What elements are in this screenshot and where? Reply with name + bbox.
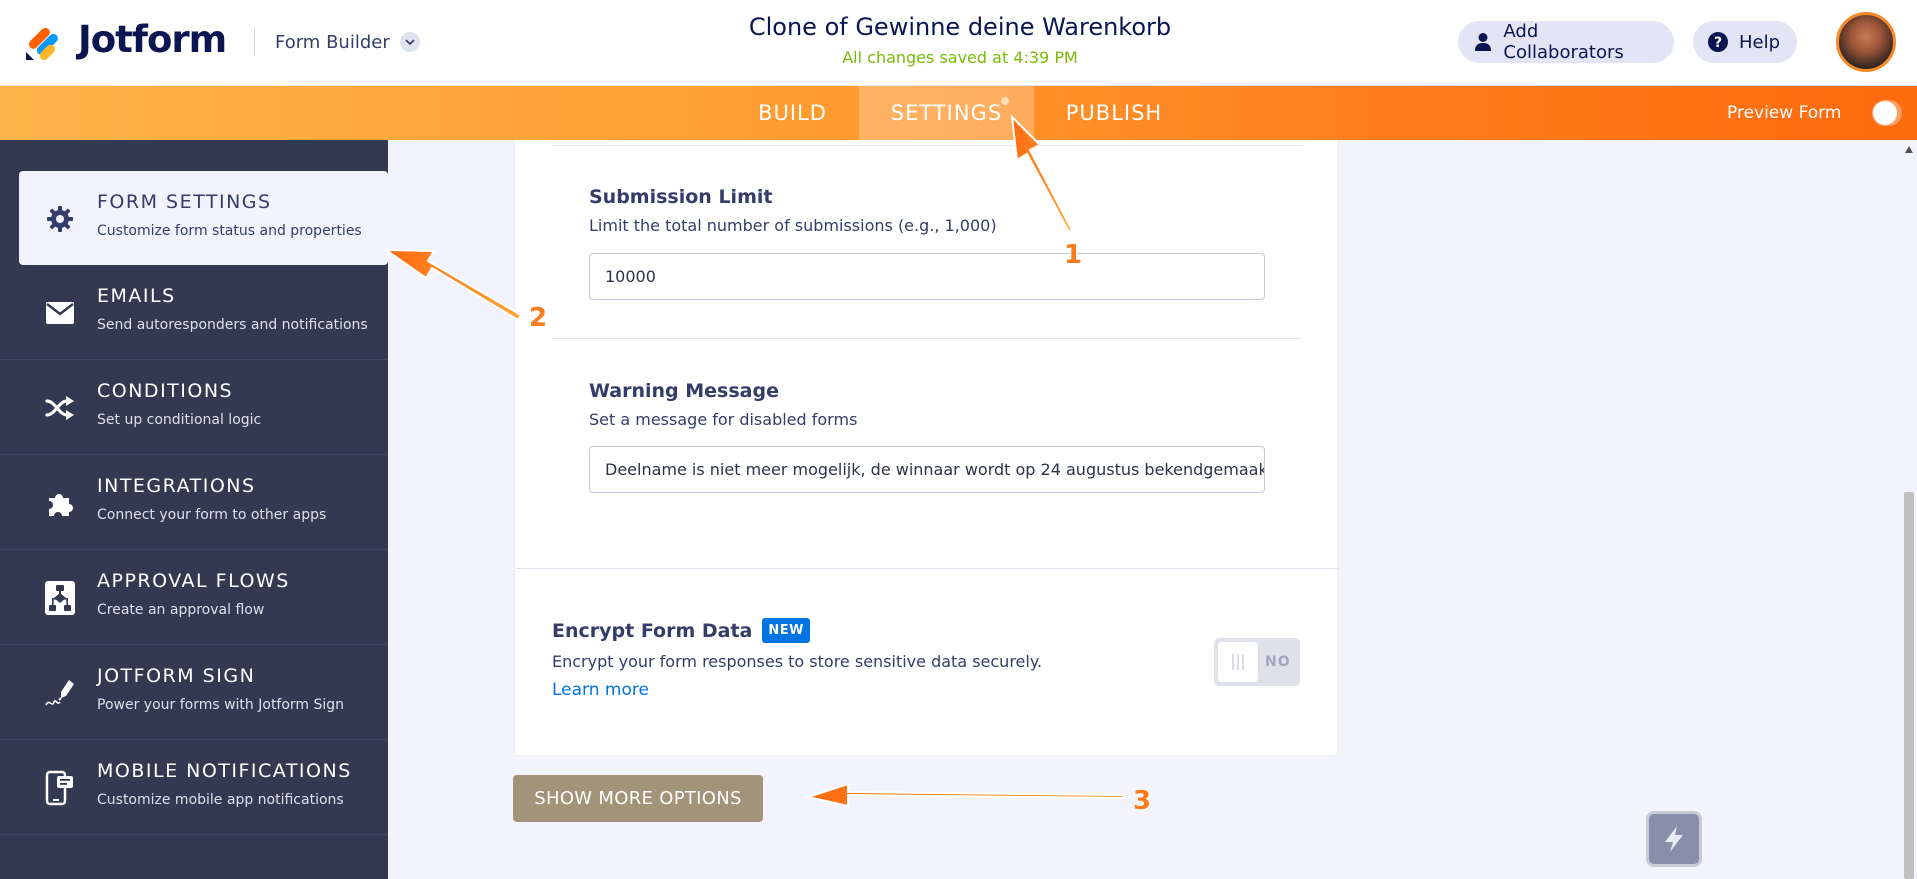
help-button[interactable]: ? Help (1693, 21, 1797, 63)
scroll-up-arrow[interactable] (1905, 146, 1913, 153)
annotation-number-2: 2 (529, 303, 548, 333)
submission-limit-description: Limit the total number of submissions (e… (589, 216, 997, 235)
sidebar-item-mobile-notifications[interactable]: MOBILE NOTIFICATIONS Customize mobile ap… (0, 740, 388, 835)
user-icon (1472, 31, 1493, 53)
sidebar-item-subtitle: Connect your form to other apps (97, 507, 327, 523)
vertical-scrollbar[interactable] (1901, 140, 1917, 879)
learn-more-link[interactable]: Learn more (552, 680, 649, 700)
gear-icon (44, 203, 76, 235)
sidebar-item-title: CONDITIONS (97, 380, 234, 402)
sidebar-item-approval-flows[interactable]: APPROVAL FLOWS Create an approval flow (0, 550, 388, 645)
tab-settings[interactable]: SETTINGS (859, 86, 1034, 140)
annotation-number-1: 1 (1064, 240, 1083, 270)
warning-message-label: Warning Message (589, 380, 779, 402)
envelope-icon (44, 297, 76, 329)
tab-build[interactable]: BUILD (740, 86, 845, 140)
top-header: Jotform Form Builder Clone of Gewinne de… (0, 0, 1917, 86)
sidebar-item-subtitle: Send autoresponders and notifications (97, 317, 368, 333)
notification-dot (1001, 97, 1009, 105)
flowchart-icon (44, 581, 76, 615)
form-title[interactable]: Clone of Gewinne deine Warenkorb (660, 12, 1260, 42)
settings-sidebar: FORM SETTINGS Customize form status and … (0, 140, 388, 879)
shuffle-icon (44, 392, 76, 424)
sidebar-item-jotform-sign[interactable]: JOTFORM SIGN Power your forms with Jotfo… (0, 645, 388, 740)
form-builder-dropdown[interactable]: Form Builder (275, 28, 420, 56)
form-settings-panel: Submission Limit Limit the total number … (514, 140, 1339, 756)
main-tab-bar: BUILD SETTINGS PUBLISH Preview Form (0, 86, 1917, 140)
ai-assistant-button[interactable] (1646, 811, 1702, 867)
submission-limit-input[interactable]: 10000 (589, 253, 1265, 300)
sidebar-item-subtitle: Power your forms with Jotform Sign (97, 697, 345, 713)
preview-form-label: Preview Form (1727, 103, 1842, 123)
chevron-down-icon (399, 32, 420, 52)
add-collaborators-label: Add Collaborators (1503, 21, 1624, 63)
encrypt-form-data-label: Encrypt Form Data (552, 619, 753, 642)
sidebar-item-subtitle: Create an approval flow (97, 602, 265, 618)
help-label: Help (1739, 31, 1781, 53)
sidebar-item-emails[interactable]: EMAILS Send autoresponders and notificat… (0, 265, 388, 360)
form-builder-label: Form Builder (275, 31, 390, 53)
sidebar-item-integrations[interactable]: INTEGRATIONS Connect your form to other … (0, 455, 388, 550)
show-more-options-button[interactable]: SHOW MORE OPTIONS (513, 775, 763, 822)
save-status: All changes saved at 4:39 PM (842, 48, 1078, 67)
preview-form-toggle[interactable] (1872, 98, 1902, 128)
lightning-icon (1665, 826, 1683, 852)
warning-message-input[interactable]: Deelname is niet meer mogelijk, de winna… (589, 446, 1265, 493)
annotation-arrow-2 (382, 248, 523, 322)
toggle-knob (1218, 642, 1258, 682)
divider (552, 338, 1302, 339)
toggle-state-label: NO (1265, 654, 1291, 670)
sidebar-item-title: JOTFORM SIGN (97, 665, 256, 687)
jotform-logo-icon[interactable] (22, 18, 66, 62)
title-block: Clone of Gewinne deine Warenkorb All cha… (660, 12, 1260, 67)
brand-name[interactable]: Jotform (78, 18, 227, 62)
user-avatar[interactable] (1836, 12, 1896, 72)
section-divider (515, 568, 1339, 569)
tab-settings-label: SETTINGS (890, 101, 1003, 125)
puzzle-icon (44, 487, 76, 519)
warning-message-description: Set a message for disabled forms (589, 410, 858, 429)
app-window: Jotform Form Builder Clone of Gewinne de… (0, 0, 1917, 879)
divider (552, 145, 1302, 146)
help-icon: ? (1707, 31, 1729, 53)
sidebar-item-title: INTEGRATIONS (97, 475, 256, 497)
svg-text:?: ? (1714, 35, 1722, 51)
encrypt-description: Encrypt your form responses to store sen… (552, 652, 1043, 671)
add-collaborators-button[interactable]: Add Collaborators (1458, 21, 1674, 63)
sidebar-item-subtitle: Customize mobile app notifications (97, 792, 344, 808)
scroll-thumb[interactable] (1904, 492, 1914, 879)
sidebar-item-form-settings[interactable]: FORM SETTINGS Customize form status and … (19, 171, 388, 265)
tab-publish[interactable]: PUBLISH (1050, 86, 1178, 140)
new-badge: NEW (762, 618, 810, 643)
sidebar-item-title: EMAILS (97, 285, 176, 307)
sidebar-item-title: APPROVAL FLOWS (97, 570, 290, 592)
annotation-number-3: 3 (1133, 786, 1152, 816)
sidebar-item-subtitle: Customize form status and properties (97, 223, 362, 239)
sidebar-item-title: FORM SETTINGS (97, 191, 272, 213)
sidebar-item-subtitle: Set up conditional logic (97, 412, 262, 428)
encrypt-form-data-heading: Encrypt Form Data NEW (552, 618, 810, 643)
annotation-arrow-3 (804, 782, 1125, 808)
pen-icon (44, 677, 76, 709)
sidebar-item-conditions[interactable]: CONDITIONS Set up conditional logic (0, 360, 388, 455)
header-divider (254, 28, 255, 56)
mobile-icon (44, 770, 76, 806)
submission-limit-label: Submission Limit (589, 186, 773, 208)
sidebar-item-title: MOBILE NOTIFICATIONS (97, 760, 352, 782)
encrypt-toggle[interactable]: NO (1214, 638, 1300, 686)
